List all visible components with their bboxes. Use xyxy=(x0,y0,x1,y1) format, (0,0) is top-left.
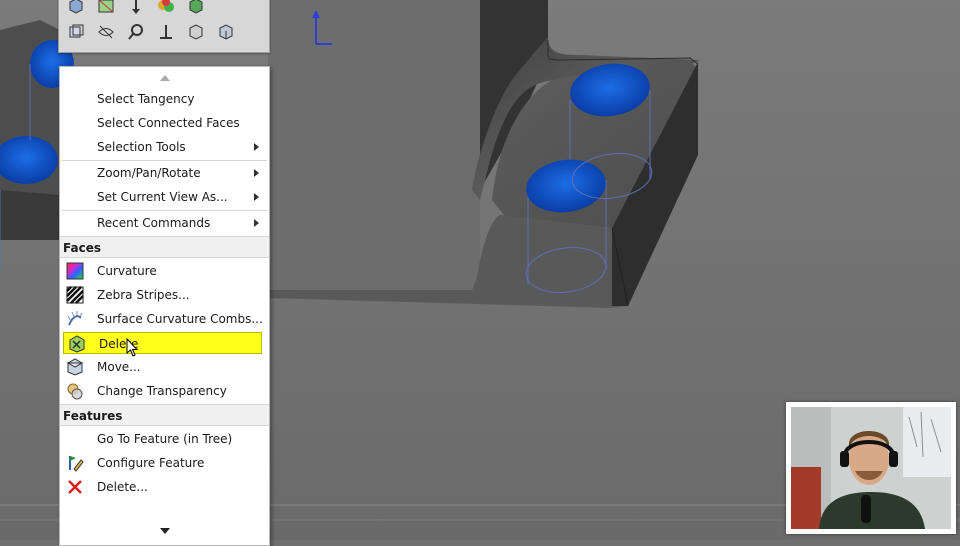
menu-item-zoom-pan-rotate[interactable]: Zoom/Pan/Rotate xyxy=(62,162,267,184)
menu-item-label: Surface Curvature Combs... xyxy=(97,312,263,326)
curvature-combs-icon xyxy=(66,310,86,328)
delete-face-icon xyxy=(68,335,88,353)
transparency-icon xyxy=(66,382,86,400)
menu-separator xyxy=(62,160,267,161)
menu-item-configure-feature[interactable]: Configure Feature xyxy=(62,452,267,474)
scroll-down-arrow[interactable] xyxy=(60,524,269,538)
scene-icon[interactable] xyxy=(185,0,207,16)
submenu-arrow-icon xyxy=(254,193,259,201)
display-style-icon[interactable] xyxy=(95,0,117,16)
normal-to-icon[interactable] xyxy=(155,22,177,42)
menu-item-delete-feature[interactable]: Delete... xyxy=(62,476,267,498)
menu-item-recent-commands[interactable]: Recent Commands xyxy=(62,212,267,234)
menu-item-delete-face[interactable]: Delete xyxy=(63,332,262,354)
menu-item-select-tangency[interactable]: Select Tangency xyxy=(62,88,267,110)
mouse-cursor-icon xyxy=(126,338,139,357)
submenu-arrow-icon xyxy=(254,143,259,151)
isometric-view-icon[interactable] xyxy=(185,22,207,42)
menu-item-zebra-stripes[interactable]: Zebra Stripes... xyxy=(62,284,267,306)
menu-item-label: Move... xyxy=(97,360,141,374)
previous-view-icon[interactable] xyxy=(65,22,87,42)
menu-item-label: Configure Feature xyxy=(97,456,205,470)
menu-item-label: Select Connected Faces xyxy=(97,116,240,130)
context-menu: Select Tangency Select Connected Faces S… xyxy=(59,66,270,546)
submenu-arrow-icon xyxy=(254,169,259,177)
menu-item-label: Zebra Stripes... xyxy=(97,288,190,302)
menu-item-label: Select Tangency xyxy=(97,92,195,106)
menu-item-go-to-feature[interactable]: Go To Feature (in Tree) xyxy=(62,428,267,450)
zoom-to-area-icon[interactable] xyxy=(125,22,147,42)
hide-show-icon[interactable] xyxy=(95,22,117,42)
curvature-icon xyxy=(66,262,86,280)
menu-separator xyxy=(62,210,267,211)
menu-item-move-face[interactable]: Move... xyxy=(62,356,267,378)
menu-item-select-connected-faces[interactable]: Select Connected Faces xyxy=(62,112,267,134)
delete-x-icon xyxy=(66,478,86,496)
view-cube-icon[interactable] xyxy=(215,22,237,42)
menu-item-selection-tools[interactable]: Selection Tools xyxy=(62,136,267,158)
heads-up-toolbar xyxy=(58,0,270,53)
move-face-icon xyxy=(66,358,86,376)
webcam-feed xyxy=(791,407,951,529)
zebra-stripes-icon xyxy=(66,286,86,304)
webcam-overlay xyxy=(786,402,956,534)
appearance-icon[interactable] xyxy=(155,0,177,16)
menu-item-label: Curvature xyxy=(97,264,157,278)
menu-item-change-transparency[interactable]: Change Transparency xyxy=(62,380,267,402)
menu-item-curvature[interactable]: Curvature xyxy=(62,260,267,282)
menu-item-label: Selection Tools xyxy=(97,140,186,154)
menu-item-label: Set Current View As... xyxy=(97,190,228,204)
section-view-icon[interactable] xyxy=(125,0,147,16)
menu-item-label: Delete... xyxy=(97,480,148,494)
view-orientation-icon[interactable] xyxy=(65,0,87,16)
menu-item-label: Recent Commands xyxy=(97,216,211,230)
menu-item-label: Zoom/Pan/Rotate xyxy=(97,166,201,180)
menu-item-surface-curvature-combs[interactable]: Surface Curvature Combs... xyxy=(62,308,267,330)
menu-item-set-current-view[interactable]: Set Current View As... xyxy=(62,186,267,208)
menu-item-label: Go To Feature (in Tree) xyxy=(97,432,233,446)
scroll-up-arrow[interactable] xyxy=(60,71,269,85)
section-header-faces: Faces xyxy=(60,236,269,258)
menu-item-label: Change Transparency xyxy=(97,384,227,398)
configure-feature-icon xyxy=(66,454,86,472)
submenu-arrow-icon xyxy=(254,219,259,227)
section-header-features: Features xyxy=(60,404,269,426)
